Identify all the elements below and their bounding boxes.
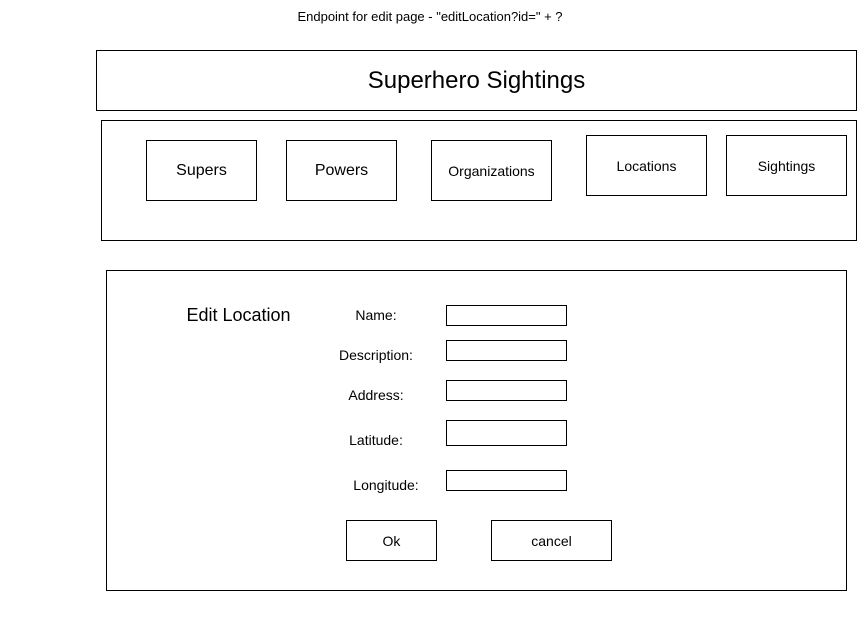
name-input[interactable] xyxy=(446,305,567,326)
longitude-input[interactable] xyxy=(446,470,567,491)
address-label: Address: xyxy=(348,387,404,403)
address-input[interactable] xyxy=(446,380,567,401)
name-label: Name: xyxy=(355,307,397,323)
longitude-label: Longitude: xyxy=(353,477,419,493)
nav-sightings-button[interactable]: Sightings xyxy=(726,135,847,196)
nav-locations-button[interactable]: Locations xyxy=(586,135,707,196)
endpoint-annotation: Endpoint for edit page - "editLocation?i… xyxy=(297,8,563,24)
form-title: Edit Location xyxy=(186,304,291,325)
cancel-button[interactable]: cancel xyxy=(491,520,612,561)
description-input[interactable] xyxy=(446,340,567,361)
nav-organizations-button[interactable]: Organizations xyxy=(431,140,552,201)
nav-supers-button[interactable]: Supers xyxy=(146,140,257,201)
description-label: Description: xyxy=(339,347,413,363)
ok-button[interactable]: Ok xyxy=(346,520,437,561)
nav-powers-button[interactable]: Powers xyxy=(286,140,397,201)
latitude-label: Latitude: xyxy=(349,432,403,448)
page-title: Superhero Sightings xyxy=(367,66,586,94)
page-header: Superhero Sightings xyxy=(96,50,857,111)
latitude-input[interactable] xyxy=(446,420,567,446)
